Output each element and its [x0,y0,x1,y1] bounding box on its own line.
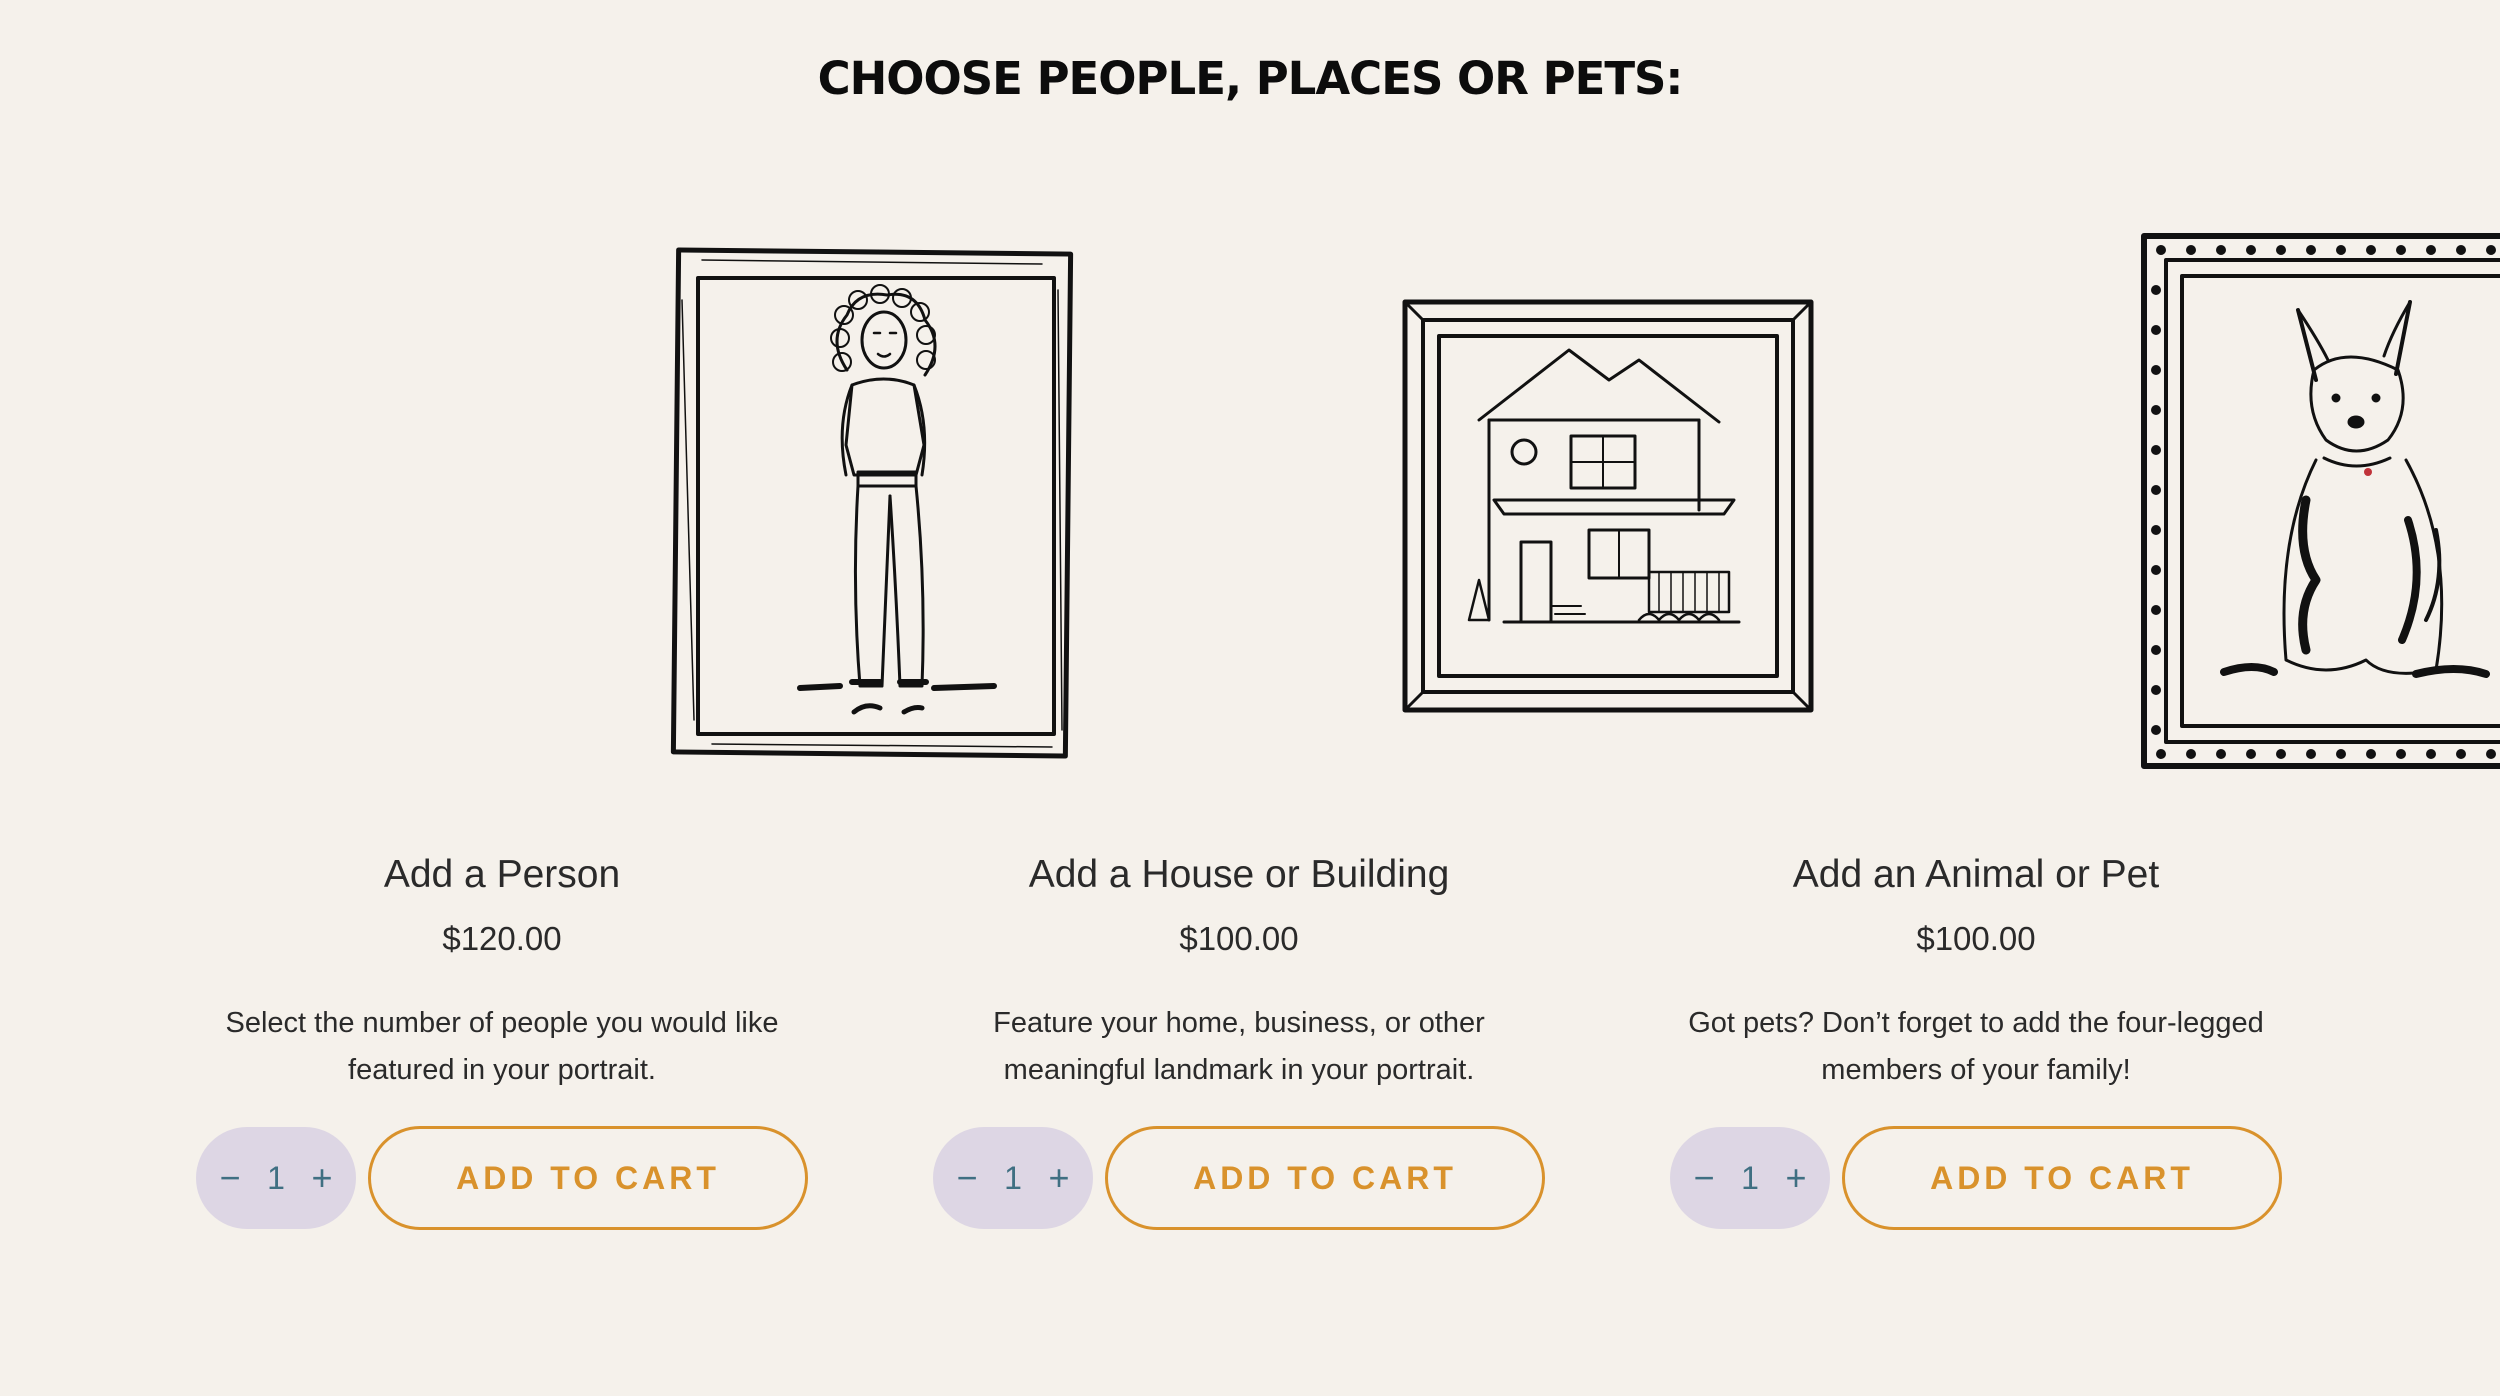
product-price: $100.00 [1179,920,1299,957]
quantity-value[interactable]: 1 [1726,1160,1774,1197]
decrement-button[interactable]: − [208,1157,252,1199]
person-portrait-icon[interactable] [132,220,1074,820]
quantity-stepper: − 1 + [196,1127,356,1229]
product-name: Add a House or Building [1028,853,1450,896]
quantity-value[interactable]: 1 [252,1160,300,1197]
add-to-cart-button[interactable]: ADD TO CART [1105,1126,1545,1230]
add-to-cart-button[interactable]: ADD TO CART [368,1126,808,1230]
increment-button[interactable]: + [300,1157,344,1199]
quantity-stepper: − 1 + [933,1127,1093,1229]
increment-button[interactable]: + [1774,1157,1818,1199]
quantity-stepper: − 1 + [1670,1127,1830,1229]
product-description: Select the number of people you would li… [225,1007,779,1086]
product-card-pet: Add an Animal or Pet $100.00 Got pets? D… [1606,220,2500,1260]
decrement-button[interactable]: − [945,1157,989,1199]
page-title: CHOOSE PEOPLE, PLACES OR PETS: [817,52,1684,105]
quantity-value[interactable]: 1 [989,1160,1037,1197]
product-description: Feature your home, business, or other me… [993,1007,1485,1086]
house-portrait-icon[interactable] [869,220,1814,820]
product-description: Got pets? Don’t forget to add the four-l… [1688,1007,2264,1086]
increment-button[interactable]: + [1037,1157,1081,1199]
add-to-cart-button[interactable]: ADD TO CART [1842,1126,2282,1230]
product-name: Add a Person [383,853,621,896]
product-card-person: Add a Person $120.00 Select the number o… [132,220,1074,1260]
product-name: Add an Animal or Pet [1792,853,2160,896]
product-card-house: Add a House or Building $100.00 Feature … [869,220,1814,1260]
dog-portrait-icon[interactable] [1606,220,2500,820]
product-price: $120.00 [442,920,562,957]
decrement-button[interactable]: − [1682,1157,1726,1199]
product-price: $100.00 [1916,920,2036,957]
